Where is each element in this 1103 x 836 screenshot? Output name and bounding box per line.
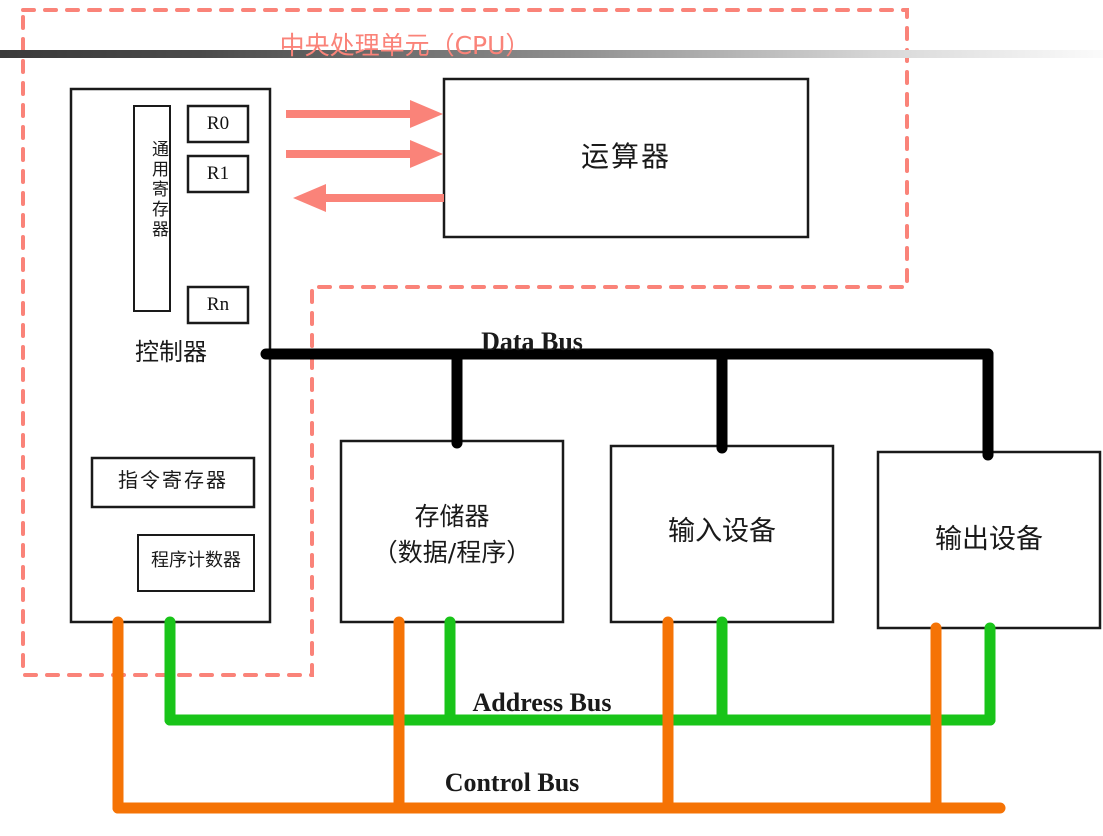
input-device-label: 输入设备 [668,516,776,547]
output-device-label: 输出设备 [935,524,1043,555]
register-label-r1: R1 [206,163,230,184]
program-counter-label: 程序计数器 [151,550,241,571]
general-register-file-label: 通用寄存器 [148,140,168,240]
instruction-register-label: 指令寄存器 [118,468,228,492]
register-label-rn: Rn [206,294,230,315]
cpu-title: 中央处理单元（CPU） [279,31,531,60]
memory-box [339,439,565,624]
memory-label-line1: 存储器 [414,502,490,531]
register-label-r0: R0 [206,113,230,134]
controller-alu-arrows [286,100,444,212]
alu-label: 运算器 [580,140,671,173]
control-bus-label: Control Bus [444,768,580,797]
header-gradient-bar [0,50,1103,58]
controller-label: 控制器 [135,338,207,366]
data-bus-label: Data Bus [481,327,583,356]
address-bus-label: Address Bus [472,688,612,717]
memory-label-line2: （数据/程序） [372,538,532,567]
cpu-architecture-diagram: 中央处理单元（CPU） 通用寄存器 R0 R1 Rn 控制器 指令寄存器 程序计… [0,0,1103,836]
